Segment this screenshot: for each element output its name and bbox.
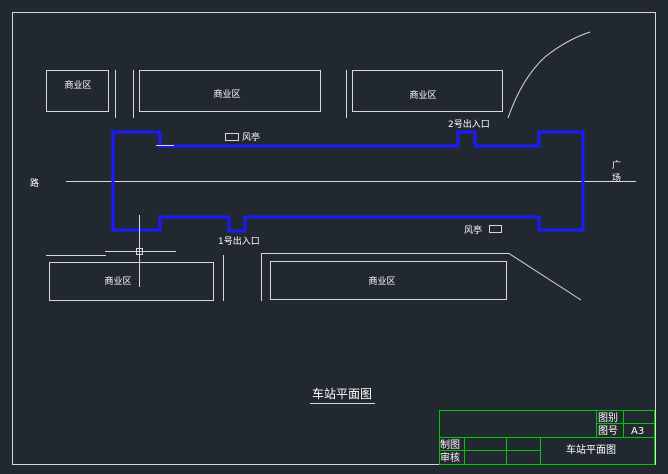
commercial-block-bottom-left: 商业区: [46, 255, 224, 301]
kiosk-bottom-icon: [489, 225, 502, 233]
road-label: 路: [30, 177, 39, 189]
exit-2-label: 2号出入口: [448, 118, 490, 130]
title-block-number-value: A3: [631, 426, 644, 437]
plaza-label-2: 场: [612, 173, 621, 184]
commercial-block-top-left: 商业区: [46, 70, 116, 118]
commercial-block-top-mid: 商业区: [133, 70, 321, 118]
kiosk-label-bottom: 风亭: [464, 224, 482, 236]
title-block-checked-label: 审核: [440, 451, 460, 464]
plaza-label-1: 广: [612, 159, 621, 171]
cad-drawing-canvas[interactable]: 商业区 商业区 商业区 路 广 场 风亭 风亭 2号出入口 1号出入口 商业区: [0, 0, 668, 474]
title-block-type-label: 图别: [598, 412, 618, 424]
title-block-drawn-label: 制图: [440, 438, 460, 451]
commercial-block-top-right: 商业区: [346, 70, 503, 118]
commercial-label-bottom-left: 商业区: [104, 275, 131, 287]
commercial-label-top-left: 商业区: [64, 79, 91, 91]
commercial-block-bottom-right: 商业区: [261, 253, 582, 301]
title-block-name: 车站平面图: [566, 443, 616, 456]
drawing-title: 车站平面图: [312, 386, 372, 401]
plaza-boundary-curve: [507, 31, 591, 119]
exit-1-label: 1号出入口: [218, 235, 260, 247]
kiosk-top-icon: [225, 133, 239, 141]
commercial-label-top-mid: 商业区: [213, 88, 240, 100]
commercial-label-bottom-right: 商业区: [368, 275, 395, 287]
kiosk-label-top: 风亭: [242, 131, 260, 143]
title-block-number-label: 图号: [598, 425, 618, 437]
title-block: [439, 410, 655, 465]
commercial-label-top-right: 商业区: [409, 89, 436, 101]
